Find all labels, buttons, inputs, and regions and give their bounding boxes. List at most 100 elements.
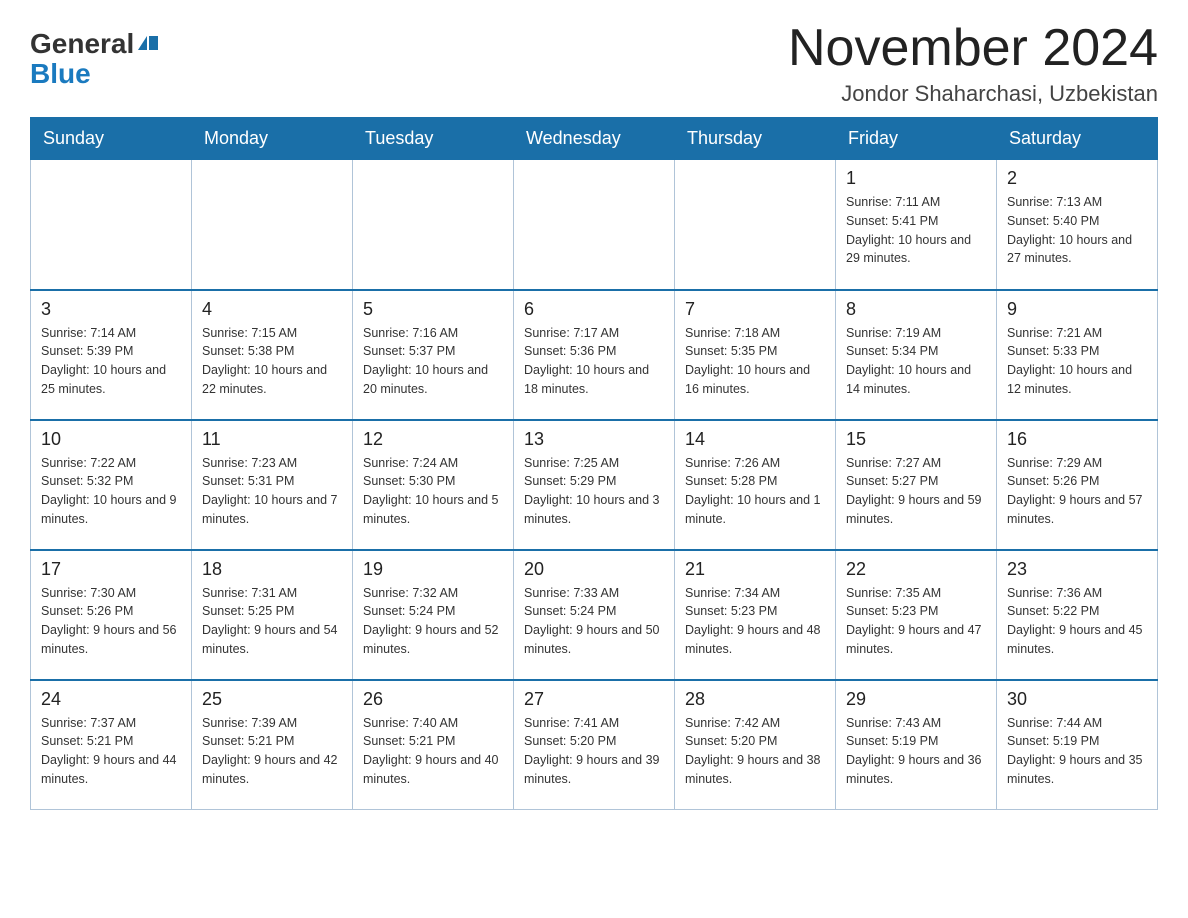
title-area: November 2024 Jondor Shaharchasi, Uzbeki… <box>788 20 1158 107</box>
calendar-day-cell-1: 1 Sunrise: 7:11 AMSunset: 5:41 PMDaylight… <box>836 160 997 290</box>
day-number: 9 <box>1007 299 1147 320</box>
weekday-header-sunday: Sunday <box>31 118 192 160</box>
calendar-day-cell-4: 4Sunrise: 7:15 AMSunset: 5:38 PMDaylight… <box>192 290 353 420</box>
calendar-week-row: 10 Sunrise: 7:22 AMSunset: 5:32 PMDayligh… <box>31 420 1158 550</box>
day-number: 2 <box>1007 168 1147 189</box>
day-info: Sunrise: 7:43 AMSunset: 5:19 PMDaylight:… <box>846 714 986 789</box>
day-info: Sunrise: 7:42 AMSunset: 5:20 PMDaylight:… <box>685 714 825 789</box>
logo: General Blue <box>30 20 158 90</box>
empty-day-cell <box>353 160 514 290</box>
calendar-week-row: 24Sunrise: 7:37 AMSunset: 5:21 PMDayligh… <box>31 680 1158 810</box>
calendar-day-cell-18: 18 Sunrise: 7:31 AMSunset: 5:25 PMDayligh… <box>192 550 353 680</box>
calendar-day-cell-3: 3 Sunrise: 7:14 AMSunset: 5:39 PMDaylight… <box>31 290 192 420</box>
calendar-day-cell-17: 17 Sunrise: 7:30 AMSunset: 5:26 PMDayligh… <box>31 550 192 680</box>
day-number: 12 <box>363 429 503 450</box>
calendar-day-cell-16: 16 Sunrise: 7:29 AMSunset: 5:26 PMDayligh… <box>997 420 1158 550</box>
weekday-header-row: SundayMondayTuesdayWednesdayThursdayFrid… <box>31 118 1158 160</box>
day-info: Sunrise: 7:30 AMSunset: 5:26 PMDaylight:… <box>41 584 181 659</box>
day-info: Sunrise: 7:39 AMSunset: 5:21 PMDaylight:… <box>202 714 342 789</box>
day-info: Sunrise: 7:14 AMSunset: 5:39 PMDaylight:… <box>41 324 181 399</box>
weekday-header-tuesday: Tuesday <box>353 118 514 160</box>
calendar-day-cell-27: 27Sunrise: 7:41 AMSunset: 5:20 PMDayligh… <box>514 680 675 810</box>
logo-blue: Blue <box>30 58 91 90</box>
calendar-day-cell-6: 6 Sunrise: 7:17 AMSunset: 5:36 PMDaylight… <box>514 290 675 420</box>
weekday-header-saturday: Saturday <box>997 118 1158 160</box>
calendar-week-row: 3 Sunrise: 7:14 AMSunset: 5:39 PMDaylight… <box>31 290 1158 420</box>
day-number: 21 <box>685 559 825 580</box>
day-info: Sunrise: 7:29 AMSunset: 5:26 PMDaylight:… <box>1007 454 1147 529</box>
day-info: Sunrise: 7:19 AMSunset: 5:34 PMDaylight:… <box>846 324 986 399</box>
day-info: Sunrise: 7:35 AMSunset: 5:23 PMDaylight:… <box>846 584 986 659</box>
day-number: 23 <box>1007 559 1147 580</box>
day-info: Sunrise: 7:44 AMSunset: 5:19 PMDaylight:… <box>1007 714 1147 789</box>
day-info: Sunrise: 7:41 AMSunset: 5:20 PMDaylight:… <box>524 714 664 789</box>
calendar-day-cell-8: 8 Sunrise: 7:19 AMSunset: 5:34 PMDaylight… <box>836 290 997 420</box>
empty-day-cell <box>514 160 675 290</box>
day-info: Sunrise: 7:17 AMSunset: 5:36 PMDaylight:… <box>524 324 664 399</box>
day-number: 7 <box>685 299 825 320</box>
weekday-header-friday: Friday <box>836 118 997 160</box>
day-info: Sunrise: 7:26 AMSunset: 5:28 PMDaylight:… <box>685 454 825 529</box>
day-number: 10 <box>41 429 181 450</box>
day-info: Sunrise: 7:16 AMSunset: 5:37 PMDaylight:… <box>363 324 503 399</box>
day-info: Sunrise: 7:25 AMSunset: 5:29 PMDaylight:… <box>524 454 664 529</box>
day-number: 13 <box>524 429 664 450</box>
calendar-day-cell-13: 13 Sunrise: 7:25 AMSunset: 5:29 PMDayligh… <box>514 420 675 550</box>
empty-day-cell <box>675 160 836 290</box>
day-number: 8 <box>846 299 986 320</box>
day-info: Sunrise: 7:21 AMSunset: 5:33 PMDaylight:… <box>1007 324 1147 399</box>
day-number: 6 <box>524 299 664 320</box>
calendar-day-cell-25: 25 Sunrise: 7:39 AMSunset: 5:21 PMDayligh… <box>192 680 353 810</box>
calendar-day-cell-21: 21 Sunrise: 7:34 AMSunset: 5:23 PMDayligh… <box>675 550 836 680</box>
calendar-day-cell-10: 10 Sunrise: 7:22 AMSunset: 5:32 PMDayligh… <box>31 420 192 550</box>
calendar-day-cell-2: 2 Sunrise: 7:13 AMSunset: 5:40 PMDaylight… <box>997 160 1158 290</box>
calendar-day-cell-5: 5Sunrise: 7:16 AMSunset: 5:37 PMDaylight… <box>353 290 514 420</box>
day-number: 18 <box>202 559 342 580</box>
calendar-day-cell-9: 9 Sunrise: 7:21 AMSunset: 5:33 PMDaylight… <box>997 290 1158 420</box>
day-number: 17 <box>41 559 181 580</box>
day-info: Sunrise: 7:27 AMSunset: 5:27 PMDaylight:… <box>846 454 986 529</box>
day-number: 1 <box>846 168 986 189</box>
calendar-day-cell-7: 7 Sunrise: 7:18 AMSunset: 5:35 PMDaylight… <box>675 290 836 420</box>
day-number: 16 <box>1007 429 1147 450</box>
calendar-table: SundayMondayTuesdayWednesdayThursdayFrid… <box>30 117 1158 810</box>
day-info: Sunrise: 7:36 AMSunset: 5:22 PMDaylight:… <box>1007 584 1147 659</box>
calendar-day-cell-23: 23 Sunrise: 7:36 AMSunset: 5:22 PMDayligh… <box>997 550 1158 680</box>
calendar-day-cell-26: 26 Sunrise: 7:40 AMSunset: 5:21 PMDayligh… <box>353 680 514 810</box>
day-info: Sunrise: 7:33 AMSunset: 5:24 PMDaylight:… <box>524 584 664 659</box>
page-header: General Blue November 2024 Jondor Shahar… <box>30 20 1158 107</box>
day-number: 29 <box>846 689 986 710</box>
weekday-header-thursday: Thursday <box>675 118 836 160</box>
day-info: Sunrise: 7:34 AMSunset: 5:23 PMDaylight:… <box>685 584 825 659</box>
month-title: November 2024 <box>788 20 1158 77</box>
calendar-day-cell-14: 14 Sunrise: 7:26 AMSunset: 5:28 PMDayligh… <box>675 420 836 550</box>
day-info: Sunrise: 7:37 AMSunset: 5:21 PMDaylight:… <box>41 714 181 789</box>
day-info: Sunrise: 7:31 AMSunset: 5:25 PMDaylight:… <box>202 584 342 659</box>
day-info: Sunrise: 7:11 AMSunset: 5:41 PMDaylight:… <box>846 193 986 268</box>
day-number: 3 <box>41 299 181 320</box>
calendar-week-row: 1 Sunrise: 7:11 AMSunset: 5:41 PMDaylight… <box>31 160 1158 290</box>
day-number: 28 <box>685 689 825 710</box>
weekday-header-wednesday: Wednesday <box>514 118 675 160</box>
day-info: Sunrise: 7:40 AMSunset: 5:21 PMDaylight:… <box>363 714 503 789</box>
day-number: 4 <box>202 299 342 320</box>
day-number: 20 <box>524 559 664 580</box>
weekday-header-monday: Monday <box>192 118 353 160</box>
calendar-day-cell-15: 15 Sunrise: 7:27 AMSunset: 5:27 PMDayligh… <box>836 420 997 550</box>
day-number: 25 <box>202 689 342 710</box>
calendar-day-cell-12: 12Sunrise: 7:24 AMSunset: 5:30 PMDayligh… <box>353 420 514 550</box>
day-number: 26 <box>363 689 503 710</box>
day-number: 15 <box>846 429 986 450</box>
day-number: 14 <box>685 429 825 450</box>
day-number: 19 <box>363 559 503 580</box>
day-info: Sunrise: 7:22 AMSunset: 5:32 PMDaylight:… <box>41 454 181 529</box>
day-number: 30 <box>1007 689 1147 710</box>
day-number: 11 <box>202 429 342 450</box>
day-info: Sunrise: 7:13 AMSunset: 5:40 PMDaylight:… <box>1007 193 1147 268</box>
day-number: 22 <box>846 559 986 580</box>
day-info: Sunrise: 7:18 AMSunset: 5:35 PMDaylight:… <box>685 324 825 399</box>
calendar-day-cell-22: 22 Sunrise: 7:35 AMSunset: 5:23 PMDayligh… <box>836 550 997 680</box>
calendar-day-cell-29: 29 Sunrise: 7:43 AMSunset: 5:19 PMDayligh… <box>836 680 997 810</box>
day-info: Sunrise: 7:32 AMSunset: 5:24 PMDaylight:… <box>363 584 503 659</box>
calendar-day-cell-30: 30 Sunrise: 7:44 AMSunset: 5:19 PMDayligh… <box>997 680 1158 810</box>
